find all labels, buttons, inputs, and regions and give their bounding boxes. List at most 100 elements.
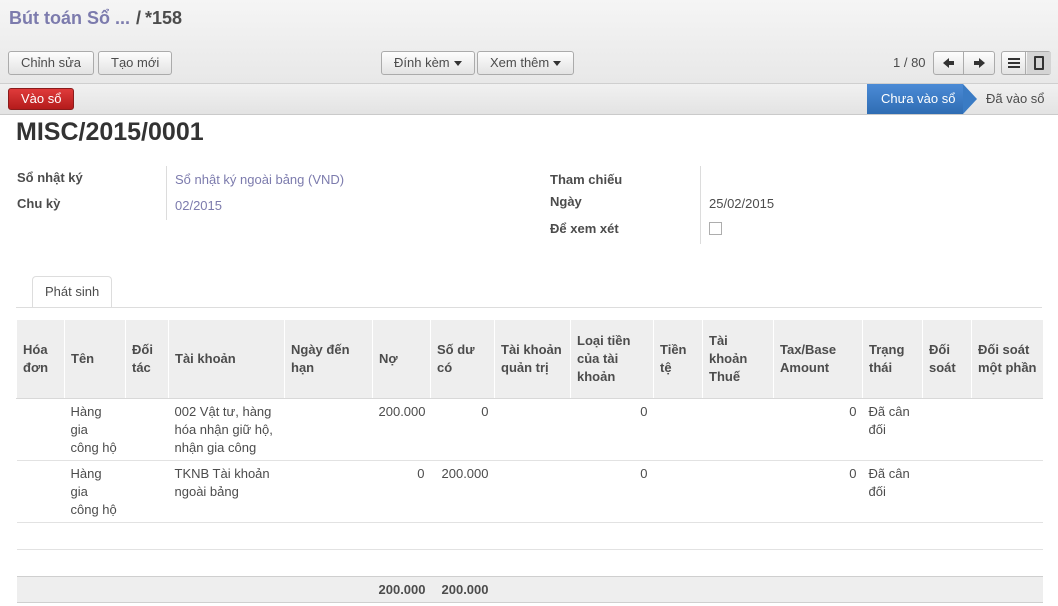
column-header-tax-amount[interactable]: Tax/Base Amount [773, 320, 863, 399]
attachment-dropdown-button[interactable]: Đính kèm [381, 51, 475, 75]
empty-row[interactable] [16, 522, 1043, 550]
stage-draft[interactable]: Chưa vào sổ [867, 84, 977, 114]
post-button[interactable]: Vào sổ [8, 88, 75, 110]
arrow-right-icon [974, 58, 985, 68]
column-header-name[interactable]: Tên [64, 320, 126, 399]
cell-state: Đã cân đối [862, 398, 923, 461]
cell-tax-amount: 0 [773, 398, 863, 461]
cell-partial-reconcile [971, 460, 1043, 523]
cell-analytic-account [494, 460, 571, 523]
list-icon [1008, 58, 1020, 68]
cell-tax-account [702, 398, 774, 461]
column-header-account[interactable]: Tài khoản [168, 320, 285, 399]
status-bar: Vào sổ Chưa vào sổ Đã vào sổ [0, 84, 1058, 115]
column-header-state[interactable]: Trạng thái [862, 320, 923, 399]
cell-invoice [16, 460, 65, 523]
list-view-button[interactable] [1002, 52, 1026, 74]
column-header-invoice[interactable]: Hóa đơn [16, 320, 65, 399]
field-divider [700, 166, 701, 244]
pager-next-button[interactable] [965, 52, 995, 74]
cell-reconcile [922, 398, 972, 461]
record-title: MISC/2015/0001 [16, 118, 204, 146]
caret-down-icon [453, 61, 462, 67]
table-row[interactable]: Hàng gia công hộ 002 Vật tư, hàng hóa nh… [16, 398, 1043, 461]
journal-field[interactable]: Sổ nhật ký ngoài bảng (VND) [175, 172, 344, 187]
empty-row [17, 549, 1043, 576]
cell-state: Đã cân đối [862, 460, 923, 523]
view-switcher [1001, 51, 1051, 75]
attachment-label: Đính kèm [394, 55, 450, 70]
cell-analytic-account [494, 398, 571, 461]
control-panel: Bút toán Sổ ... / *158 Chỉnh sửa Tạo mới Đ… [0, 0, 1058, 84]
cell-amount-currency: 0 [570, 398, 654, 461]
period-label: Chu kỳ [17, 196, 61, 211]
cell-tax-amount: 0 [773, 460, 863, 523]
column-header-partner[interactable]: Đối tác [125, 320, 169, 399]
table-header-row: Hóa đơn Tên Đối tác Tài khoản Ngày đến h… [16, 320, 1043, 399]
to-review-checkbox[interactable] [709, 222, 722, 235]
column-header-reconcile[interactable]: Đối soát [922, 320, 972, 399]
empty-cell [17, 549, 1043, 576]
journal-label: Sổ nhật ký [17, 170, 83, 185]
cell-partial-reconcile [971, 398, 1043, 461]
edit-button[interactable]: Chỉnh sửa [8, 51, 95, 75]
cell-credit: 200.000 [430, 460, 495, 523]
cell-amount-currency: 0 [570, 460, 654, 523]
breadcrumb-separator: / [136, 8, 142, 28]
period-field[interactable]: 02/2015 [175, 198, 222, 213]
cell-account: TKNB Tài khoản ngoài bảng [168, 460, 285, 523]
cell-currency [653, 460, 703, 523]
cell-currency [653, 398, 703, 461]
cell-due-date [284, 460, 373, 523]
column-header-debit[interactable]: Nợ [372, 320, 431, 399]
cell-account: 002 Vật tư, hàng hóa nhận giữ hộ, nhận g… [168, 398, 285, 461]
cell-credit: 0 [430, 398, 495, 461]
column-header-analytic-account[interactable]: Tài khoản quản trị [494, 320, 571, 399]
arrow-left-icon [943, 58, 954, 68]
total-credit: 200.000 [430, 575, 495, 603]
more-dropdown-button[interactable]: Xem thêm [477, 51, 575, 75]
breadcrumb: Bút toán Sổ ... / *158 [9, 8, 182, 29]
column-header-partial-reconcile[interactable]: Đối soát một phần [971, 320, 1043, 399]
form-icon [1034, 56, 1044, 70]
caret-down-icon [553, 61, 562, 67]
field-divider [166, 166, 167, 220]
form-view-button[interactable] [1027, 52, 1051, 74]
stage-posted[interactable]: Đã vào sổ [986, 84, 1045, 114]
pager-counter[interactable]: 1 / 80 [893, 55, 926, 70]
column-header-currency[interactable]: Tiền tệ [653, 320, 703, 399]
table-row[interactable]: Hàng gia công hộ TKNB Tài khoản ngoài bả… [16, 460, 1043, 523]
create-button[interactable]: Tạo mới [98, 51, 173, 75]
more-label: Xem thêm [490, 55, 550, 70]
cell-partner [125, 460, 169, 523]
cell-debit: 200.000 [372, 398, 431, 461]
pager-buttons [933, 51, 995, 75]
column-header-tax-account[interactable]: Tài khoản Thuế [702, 320, 774, 399]
totals-row: 200.000 200.000 [16, 575, 1043, 603]
totals-spacer [494, 575, 1043, 603]
date-label: Ngày [550, 194, 582, 209]
cell-tax-account [702, 460, 774, 523]
column-header-amount-currency[interactable]: Loại tiền của tài khoản [570, 320, 654, 399]
totals-spacer [16, 575, 373, 603]
empty-cell [16, 522, 1043, 550]
to-review-label: Để xem xét [550, 221, 619, 236]
total-debit: 200.000 [372, 575, 431, 603]
cell-invoice [16, 398, 65, 461]
cell-due-date [284, 398, 373, 461]
column-header-due-date[interactable]: Ngày đến hạn [284, 320, 373, 399]
cell-name: Hàng gia công hộ [64, 398, 126, 461]
breadcrumb-parent-link[interactable]: Bút toán Sổ ... [9, 8, 130, 28]
date-field[interactable]: 25/02/2015 [709, 196, 774, 211]
cell-partner [125, 398, 169, 461]
tab-divider [16, 307, 1042, 308]
journal-items-table: Hóa đơn Tên Đối tác Tài khoản Ngày đến h… [16, 320, 1043, 603]
cell-reconcile [922, 460, 972, 523]
pager-previous-button[interactable] [934, 52, 964, 74]
cell-name: Hàng gia công hộ [64, 460, 126, 523]
breadcrumb-current: *158 [145, 8, 183, 28]
cell-debit: 0 [372, 460, 431, 523]
column-header-credit[interactable]: Số dư có [430, 320, 495, 399]
tab-journal-items[interactable]: Phát sinh [32, 276, 113, 308]
reference-label: Tham chiếu [550, 172, 623, 187]
